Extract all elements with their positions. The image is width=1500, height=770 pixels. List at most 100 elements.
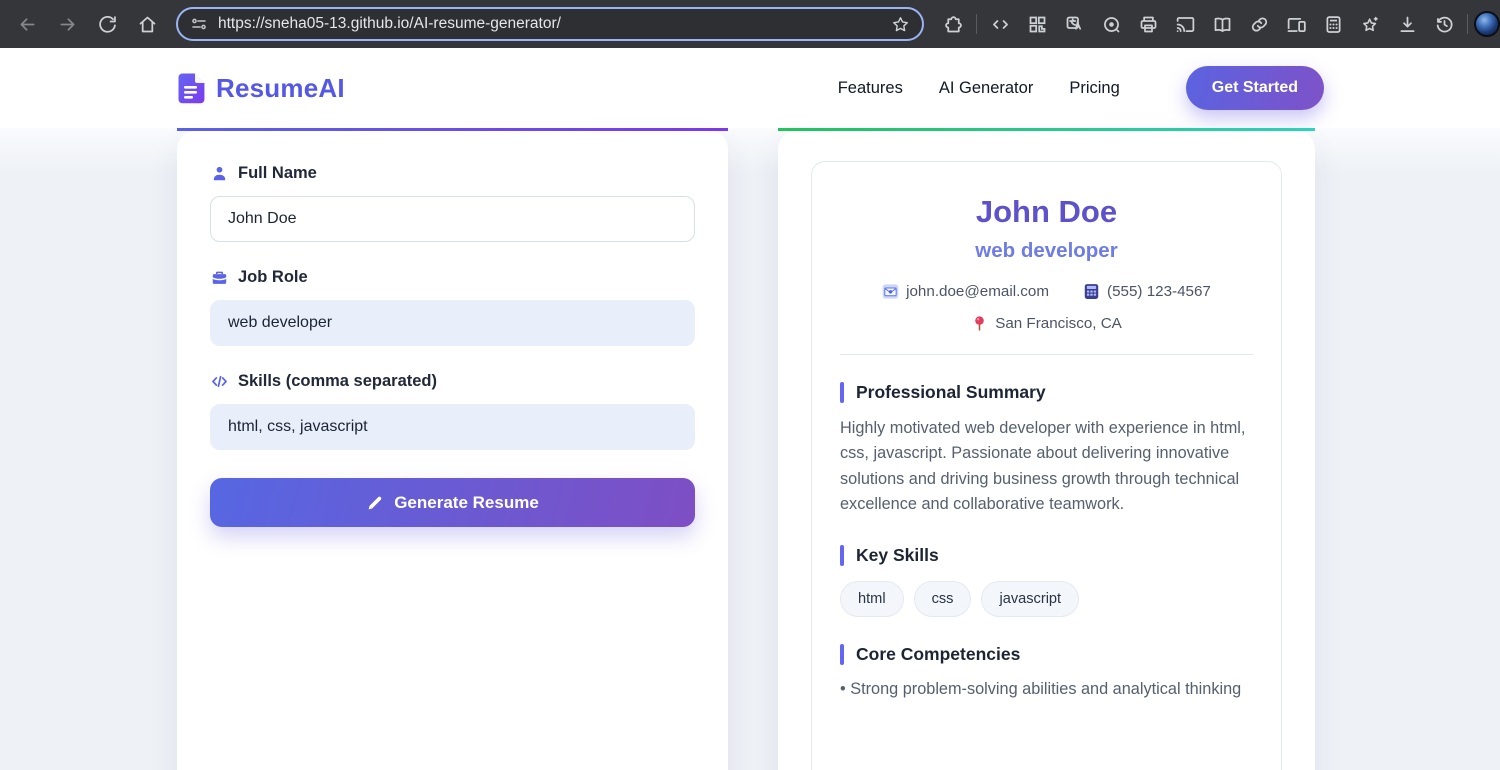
history-button[interactable] xyxy=(1427,7,1461,41)
resume-paper: John Doe web developer john.doe@email.co… xyxy=(811,161,1282,770)
nav-pricing[interactable]: Pricing xyxy=(1069,79,1119,98)
calculator-icon xyxy=(1326,15,1340,33)
reading-list-button[interactable] xyxy=(1205,7,1239,41)
reading-list-icon xyxy=(1214,17,1230,32)
resume-email-item: john.doe@email.com xyxy=(882,283,1049,300)
code-icon xyxy=(992,19,1008,29)
home-icon xyxy=(139,16,155,32)
person-icon xyxy=(213,166,226,181)
competency-bullet: Strong problem-solving abilities and ana… xyxy=(840,677,1253,702)
generate-resume-button[interactable]: Generate Resume xyxy=(210,478,695,527)
translate-button[interactable] xyxy=(1057,7,1091,41)
extensions-icon xyxy=(944,15,962,32)
star-sparkle-icon xyxy=(1362,16,1378,31)
skill-pill: html xyxy=(840,580,904,617)
resume-contact-row: john.doe@email.com (555) 123-4567 xyxy=(840,283,1253,300)
summary-text: Highly motivated web developer with expe… xyxy=(840,419,1246,514)
document-logo-icon xyxy=(178,72,205,103)
get-started-button[interactable]: Get Started xyxy=(1185,66,1324,110)
reload-icon xyxy=(98,15,116,33)
resume-role: web developer xyxy=(975,239,1118,262)
resume-phone: (555) 123-4567 xyxy=(1107,283,1211,300)
job-role-label-row: Job Role xyxy=(210,268,695,287)
back-icon xyxy=(20,17,34,31)
calculator-button[interactable] xyxy=(1316,7,1350,41)
address-bar[interactable]: https://sneha05-13.github.io/AI-resume-g… xyxy=(176,7,924,41)
download-icon xyxy=(1400,16,1414,32)
section-accent-bar xyxy=(840,643,844,665)
toolbar-separator xyxy=(976,14,977,34)
back-button[interactable] xyxy=(10,7,44,41)
resume-location-item: San Francisco, CA xyxy=(971,315,1122,332)
full-name-label: Full Name xyxy=(238,164,317,182)
cast-icon xyxy=(1176,16,1194,32)
resume-location-row: San Francisco, CA xyxy=(840,315,1253,332)
forward-icon xyxy=(60,17,74,31)
devtools-button[interactable] xyxy=(983,7,1017,41)
email-icon xyxy=(882,284,899,299)
copy-link-button[interactable] xyxy=(1242,7,1276,41)
forward-button[interactable] xyxy=(50,7,84,41)
competencies-title-text: Core Competencies xyxy=(856,643,1021,664)
resume-divider xyxy=(840,354,1253,355)
devices-button[interactable] xyxy=(1279,7,1313,41)
history-icon xyxy=(1436,16,1453,32)
screenshot-button[interactable] xyxy=(1094,7,1128,41)
job-role-label: Job Role xyxy=(238,268,308,286)
code-brackets-icon xyxy=(212,375,227,388)
extensions-button[interactable] xyxy=(936,7,970,41)
downloads-button[interactable] xyxy=(1390,7,1424,41)
location-pin-icon xyxy=(975,316,984,331)
bookmark-manager-button[interactable] xyxy=(1353,7,1387,41)
summary-section-title: Professional Summary xyxy=(840,382,1253,403)
skills-title-text: Key Skills xyxy=(856,544,939,565)
home-button[interactable] xyxy=(130,7,164,41)
job-role-input[interactable] xyxy=(210,300,695,346)
toolbar-extension-row xyxy=(936,7,1500,41)
print-button[interactable] xyxy=(1131,7,1165,41)
screenshot-icon xyxy=(1103,16,1119,32)
brand-logo[interactable]: ResumeAI xyxy=(178,72,345,105)
nav-features[interactable]: Features xyxy=(838,79,903,98)
url-text[interactable]: https://sneha05-13.github.io/AI-resume-g… xyxy=(218,15,881,33)
profile-avatar[interactable] xyxy=(1474,11,1500,37)
bookmark-star-icon[interactable] xyxy=(891,15,910,34)
skills-input[interactable] xyxy=(210,404,695,450)
skill-pill: javascript xyxy=(981,580,1080,617)
briefcase-icon xyxy=(212,271,227,284)
generator-form-card: Full Name Job Role Skills (comma separat… xyxy=(177,128,728,770)
full-name-input[interactable] xyxy=(210,196,695,242)
site-info-icon[interactable] xyxy=(190,15,208,33)
translate-icon xyxy=(1066,16,1081,30)
nav-ai-generator[interactable]: AI Generator xyxy=(939,79,1033,98)
print-icon xyxy=(1140,16,1156,32)
site-header: ResumeAI Features AI Generator Pricing G… xyxy=(0,48,1500,128)
qr-grid-icon xyxy=(1029,16,1045,32)
skill-pill: css xyxy=(913,580,972,617)
competencies-section-title: Core Competencies xyxy=(840,643,1253,665)
reload-button[interactable] xyxy=(90,7,124,41)
resume-location: San Francisco, CA xyxy=(995,315,1122,332)
generate-resume-label: Generate Resume xyxy=(394,492,539,512)
brand-name[interactable]: ResumeAI xyxy=(216,73,345,104)
resume-phone-item: (555) 123-4567 xyxy=(1083,283,1211,300)
toolbar-separator xyxy=(1467,14,1468,34)
phone-icon xyxy=(1084,284,1099,299)
devices-icon xyxy=(1287,17,1306,32)
section-accent-bar xyxy=(840,382,844,403)
full-name-label-row: Full Name xyxy=(210,164,695,183)
skills-section-title: Key Skills xyxy=(840,544,1253,566)
skills-label: Skills (comma separated) xyxy=(238,372,437,390)
cast-button[interactable] xyxy=(1168,7,1202,41)
summary-title-text: Professional Summary xyxy=(856,382,1046,402)
section-accent-bar xyxy=(840,544,844,566)
main-content: Full Name Job Role Skills (comma separat… xyxy=(0,128,1500,770)
link-icon xyxy=(1251,16,1267,32)
skill-pill-list: html css javascript xyxy=(840,580,1253,617)
qr-extension-button[interactable] xyxy=(1020,7,1054,41)
resume-preview-card: John Doe web developer john.doe@email.co… xyxy=(778,128,1315,770)
resume-name: John Doe xyxy=(975,194,1118,229)
pen-icon xyxy=(368,496,382,509)
browser-toolbar: https://sneha05-13.github.io/AI-resume-g… xyxy=(0,0,1500,48)
main-nav: Features AI Generator Pricing Get Starte… xyxy=(838,66,1324,110)
